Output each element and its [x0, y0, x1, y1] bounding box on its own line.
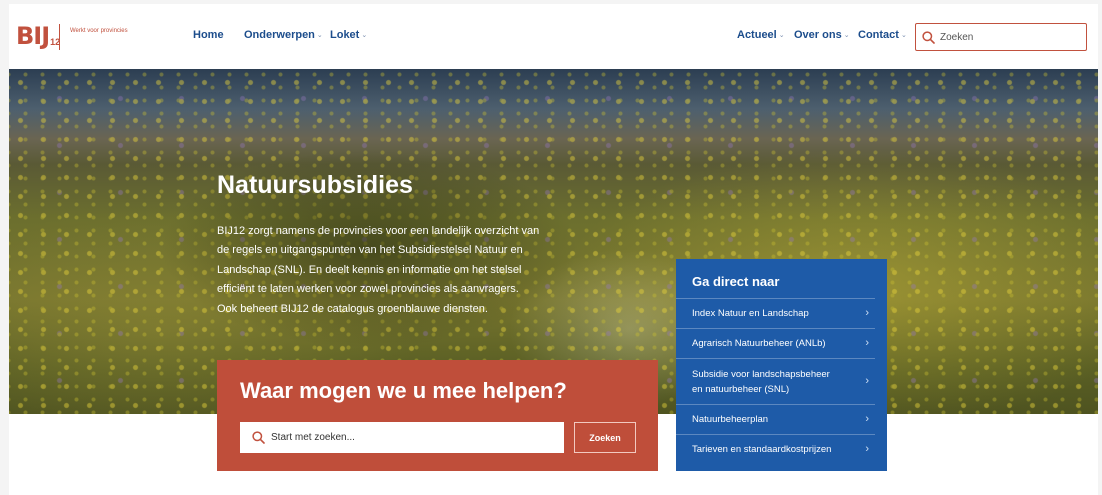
help-search-panel: Waar mogen we u mee helpen? Zoeken: [217, 360, 658, 471]
quick-links-list: Index Natuur en Landschap › Agrarisch Na…: [676, 298, 887, 464]
header-search-input[interactable]: [940, 31, 1080, 43]
logo-tagline: Werkt voor provincies: [70, 28, 128, 34]
quick-link-label: Subsidie voor landschapsbeheer en natuur…: [692, 368, 830, 395]
nav-onderwerpen[interactable]: Onderwerpen ⌄: [244, 29, 323, 41]
search-icon: [252, 431, 265, 444]
page: BIJ 12 Werkt voor provincies Home Onderw…: [9, 4, 1098, 495]
chevron-right-icon: ›: [865, 443, 869, 455]
quick-link-label: Index Natuur en Landschap: [692, 308, 809, 319]
chevron-right-icon: ›: [865, 337, 869, 349]
hero-intro-line: de regels en uitgangspunten van het Subs…: [217, 244, 523, 257]
site-header: BIJ 12 Werkt voor provincies Home Onderw…: [9, 4, 1098, 69]
help-search-button[interactable]: Zoeken: [574, 422, 636, 453]
hero-intro-line: Ook beheert BIJ12 de catalogus groenblau…: [217, 302, 488, 315]
nav-contact-label: Contact: [858, 29, 899, 41]
chevron-right-icon: ›: [865, 375, 869, 387]
site-logo[interactable]: BIJ 12: [16, 24, 60, 48]
quick-link-tarieven[interactable]: Tarieven en standaardkostprijzen ›: [676, 434, 875, 464]
chevron-down-icon: ⌄: [900, 32, 907, 39]
nav-home-label: Home: [193, 29, 224, 41]
hero-intro-line: Landschap (SNL). En deelt kennis en info…: [217, 263, 522, 276]
search-icon[interactable]: [922, 30, 935, 44]
quick-link-snl[interactable]: Subsidie voor landschapsbeheer en natuur…: [676, 358, 875, 404]
nav-contact[interactable]: Contact ⌄: [858, 29, 907, 41]
chevron-right-icon: ›: [865, 307, 869, 319]
nav-loket-label: Loket: [330, 29, 360, 41]
hero-title: Natuursubsidies: [217, 171, 413, 199]
nav-over-ons-label: Over ons: [794, 29, 842, 41]
quick-link-label: Tarieven en standaardkostprijzen: [692, 444, 832, 455]
header-search[interactable]: [915, 23, 1087, 51]
chevron-down-icon: ⌄: [778, 32, 785, 39]
nav-actueel-label: Actueel: [737, 29, 777, 41]
logo-mark: BIJ: [16, 22, 50, 50]
nav-actueel[interactable]: Actueel ⌄: [737, 29, 785, 41]
help-search-input[interactable]: [271, 432, 551, 443]
nav-loket[interactable]: Loket ⌄: [330, 29, 367, 41]
quick-links-title: Ga direct naar: [692, 274, 780, 289]
nav-over-ons[interactable]: Over ons ⌄: [794, 29, 850, 41]
logo-divider: [59, 24, 60, 50]
chevron-down-icon: ⌄: [843, 32, 850, 39]
nav-onderwerpen-label: Onderwerpen: [244, 29, 315, 41]
help-search-field[interactable]: [240, 422, 564, 453]
quick-links-panel: Ga direct naar Index Natuur en Landschap…: [676, 259, 887, 471]
quick-link-anlb[interactable]: Agrarisch Natuurbeheer (ANLb) ›: [676, 328, 875, 358]
chevron-right-icon: ›: [865, 413, 869, 425]
quick-link-natuurbeheerplan[interactable]: Natuurbeheerplan ›: [676, 404, 875, 434]
chevron-down-icon: ⌄: [361, 32, 368, 39]
hero-intro-line: efficiënt te laten werken voor zowel pro…: [217, 283, 519, 296]
help-title: Waar mogen we u mee helpen?: [240, 378, 567, 403]
nav-home[interactable]: Home: [193, 29, 224, 41]
quick-link-label: Agrarisch Natuurbeheer (ANLb): [692, 338, 826, 349]
hero-intro-line: BIJ12 zorgt namens de provincies voor ee…: [217, 225, 540, 237]
chevron-down-icon: ⌄: [316, 32, 323, 39]
quick-link-label: Natuurbeheerplan: [692, 414, 769, 425]
hero-intro: BIJ12 zorgt namens de provincies voor ee…: [217, 222, 562, 319]
quick-link-index-natuur[interactable]: Index Natuur en Landschap ›: [676, 298, 875, 328]
